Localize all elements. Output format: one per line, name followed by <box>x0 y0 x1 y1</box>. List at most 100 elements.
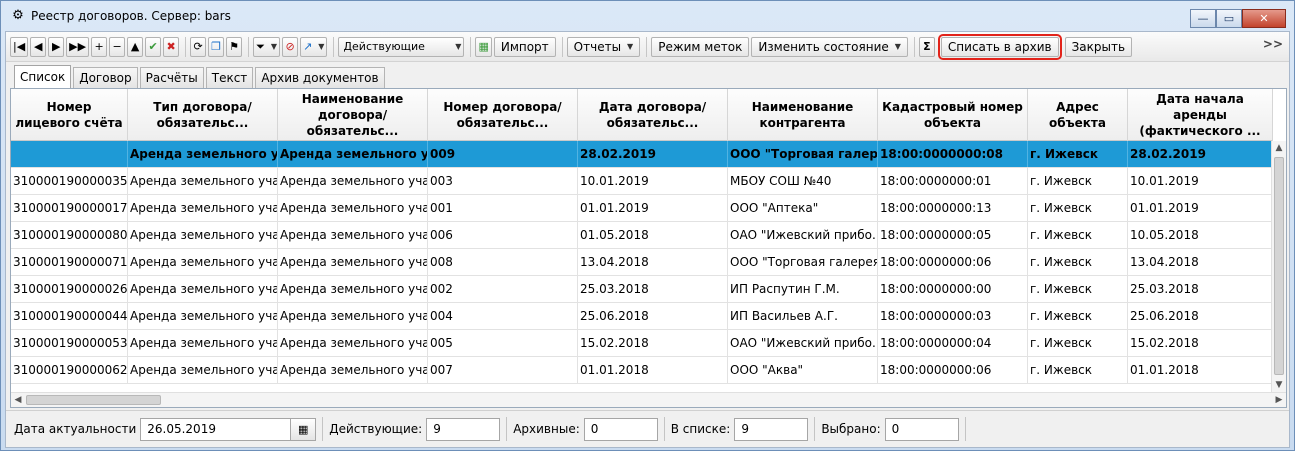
cell-name: Аренда земельного уча... <box>278 357 428 383</box>
minimize-button[interactable]: — <box>1190 9 1216 28</box>
reports-dropdown[interactable]: Отчеты ▼ <box>566 36 641 57</box>
tab-contract[interactable]: Договор <box>73 67 138 88</box>
cell-date: 25.03.2018 <box>578 276 728 302</box>
toolbar-overflow-icon[interactable]: >> <box>1263 37 1283 51</box>
cell-type: Аренда земельного уча... <box>128 195 278 221</box>
scroll-right-icon[interactable]: ▶ <box>1272 393 1286 407</box>
marks-mode-button[interactable]: Режим меток <box>651 36 750 57</box>
move-up-icon[interactable]: ▲ <box>127 36 144 57</box>
calendar-icon[interactable]: ▦ <box>290 417 317 441</box>
cell-lease-start: 10.05.2018 <box>1128 222 1273 248</box>
scroll-down-icon[interactable]: ▼ <box>1272 378 1286 392</box>
sum-icon[interactable]: Σ <box>918 36 935 57</box>
cell-lease-start: 15.02.2018 <box>1128 330 1273 356</box>
column-header-type[interactable]: Тип договора/обязательс... <box>128 89 278 141</box>
date-field[interactable]: 26.05.2019 <box>140 417 291 441</box>
next-record-icon[interactable]: ▶ <box>48 36 65 57</box>
vertical-scroll-thumb[interactable] <box>1274 157 1284 375</box>
table-row[interactable]: 310000190000062 Аренда земельного уча...… <box>11 357 1273 384</box>
table-row[interactable]: 310000190000026 Аренда земельного уча...… <box>11 276 1273 303</box>
column-header-date[interactable]: Дата договора/обязательс... <box>578 89 728 141</box>
prev-record-icon[interactable]: ◀ <box>30 36 47 57</box>
cell-account: 310000190000044 <box>11 303 128 329</box>
cell-date: 28.02.2019 <box>578 141 728 167</box>
cell-lease-start: 01.01.2018 <box>1128 357 1273 383</box>
cell-name: Аренда земельного уча... <box>278 249 428 275</box>
clear-filter-icon[interactable]: ⊘ <box>282 36 299 57</box>
tab-calculations[interactable]: Расчёты <box>139 67 204 88</box>
table-row[interactable]: 310000190000071 Аренда земельного уча...… <box>11 249 1273 276</box>
scroll-left-icon[interactable]: ◀ <box>11 393 25 407</box>
goto-dropdown[interactable]: ↗ ▼ <box>300 36 328 57</box>
cell-lease-start: 13.04.2018 <box>1128 249 1273 275</box>
toolbar-divider <box>470 36 472 57</box>
excel-icon[interactable]: ▦ <box>475 36 492 57</box>
tab-documents-archive[interactable]: Архив документов <box>255 67 385 88</box>
tab-strip: Список Договор Расчёты Текст Архив докум… <box>14 65 387 88</box>
copy-icon[interactable]: ❐ <box>208 36 225 57</box>
table-row[interactable]: 310000190000053 Аренда земельного уча...… <box>11 330 1273 357</box>
cell-address: г. Ижевск <box>1028 276 1128 302</box>
cell-counterparty: ИП Распутин Г.М. <box>728 276 878 302</box>
cell-account: 310000190000026 <box>11 276 128 302</box>
mark-icon[interactable]: ⚑ <box>226 36 243 57</box>
add-record-icon[interactable]: + <box>91 36 108 57</box>
in-list-count-field: 9 <box>734 417 809 441</box>
column-header-lease-start[interactable]: Дата начала аренды (фактического ... <box>1128 89 1273 141</box>
table-row[interactable]: 310000190000035 Аренда земельного уча...… <box>11 168 1273 195</box>
cell-address: г. Ижевск <box>1028 303 1128 329</box>
scroll-up-icon[interactable]: ▲ <box>1272 141 1286 155</box>
column-header-name[interactable]: Наименование договора/обязательс... <box>278 89 428 141</box>
cell-account <box>11 141 128 167</box>
first-record-icon[interactable]: |◀ <box>10 36 29 57</box>
status-divider <box>663 417 665 441</box>
vertical-scrollbar[interactable]: ▲ ▼ <box>1271 141 1286 392</box>
confirm-icon[interactable]: ✔ <box>145 36 162 57</box>
toolbar-divider <box>913 36 915 57</box>
horizontal-scrollbar[interactable]: ◀ ▶ <box>11 392 1286 407</box>
cell-account: 310000190000017 <box>11 195 128 221</box>
column-header-cadastral[interactable]: Кадастровый номер объекта <box>878 89 1028 141</box>
tab-list[interactable]: Список <box>14 65 72 88</box>
close-window-button[interactable]: ✕ <box>1242 9 1286 28</box>
filter-dropdown[interactable]: ⏷ ▼ <box>253 36 281 57</box>
in-list-count-label: В списке: <box>670 422 731 436</box>
cell-date: 01.01.2019 <box>578 195 728 221</box>
change-state-dropdown[interactable]: Изменить состояние ▼ <box>751 36 908 57</box>
close-button[interactable]: Закрыть <box>1064 36 1133 57</box>
cell-account: 310000190000035 <box>11 168 128 194</box>
cell-type: Аренда земельного уча... <box>128 357 278 383</box>
cell-cadastral: 18:00:0000000:04 <box>878 330 1028 356</box>
remove-record-icon[interactable]: − <box>109 36 126 57</box>
cancel-icon[interactable]: ✖ <box>163 36 180 57</box>
status-filter-value: Действующие <box>343 39 425 53</box>
toolbar-divider <box>185 36 187 57</box>
archive-button[interactable]: Списать в архив <box>937 33 1062 60</box>
toolbar-divider <box>248 36 250 57</box>
refresh-icon[interactable]: ⟳ <box>190 36 207 57</box>
last-record-icon[interactable]: ▶▶ <box>66 36 90 57</box>
tab-text[interactable]: Текст <box>205 67 254 88</box>
table-row[interactable]: 310000190000044 Аренда земельного уча...… <box>11 303 1273 330</box>
column-header-number[interactable]: Номер договора/обязательс... <box>428 89 578 141</box>
title-bar: ⚙ Реестр договоров. Сервер: bars — ▭ ✕ <box>1 1 1294 31</box>
status-filter-select[interactable]: Действующие ▼ <box>338 36 465 57</box>
table-row[interactable]: 310000190000080 Аренда земельного уча...… <box>11 222 1273 249</box>
cell-name: Аренда земельного уча... <box>278 168 428 194</box>
maximize-button[interactable]: ▭ <box>1216 9 1242 28</box>
column-header-address[interactable]: Адрес объекта <box>1028 89 1128 141</box>
cell-cadastral: 18:00:0000000:06 <box>878 357 1028 383</box>
cell-name: Аренда земельного уча... <box>278 276 428 302</box>
cell-address: г. Ижевск <box>1028 249 1128 275</box>
table-body: Аренда земельного у... Аренда земельного… <box>11 141 1273 384</box>
cell-lease-start: 10.01.2019 <box>1128 168 1273 194</box>
table-row[interactable]: Аренда земельного у... Аренда земельного… <box>11 141 1273 168</box>
column-header-counterparty[interactable]: Наименование контрагента <box>728 89 878 141</box>
cell-number: 002 <box>428 276 578 302</box>
import-button[interactable]: Импорт <box>493 36 556 57</box>
table-row[interactable]: 310000190000017 Аренда земельного уча...… <box>11 195 1273 222</box>
cell-cadastral: 18:00:0000000:13 <box>878 195 1028 221</box>
horizontal-scroll-thumb[interactable] <box>26 395 161 405</box>
column-header-account[interactable]: Номер лицевого счёта <box>11 89 128 141</box>
chevron-down-icon: ▼ <box>894 41 901 51</box>
